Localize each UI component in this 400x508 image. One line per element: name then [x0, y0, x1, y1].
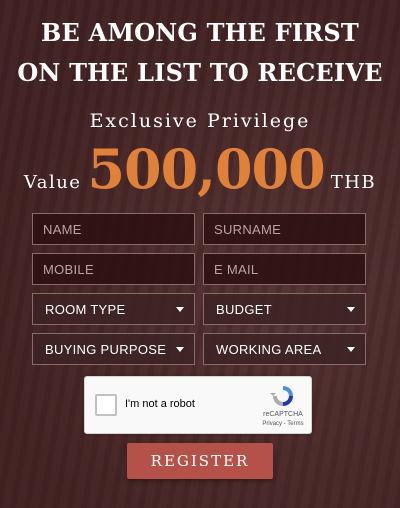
name-input[interactable]: NAME	[32, 213, 195, 245]
room-type-label: ROOM TYPE	[45, 301, 126, 317]
surname-placeholder: SURNAME	[214, 221, 282, 237]
room-type-select[interactable]: ROOM TYPE	[32, 293, 195, 325]
mobile-placeholder: MOBILE	[43, 261, 94, 277]
value-amount: 500,000	[87, 137, 325, 201]
name-placeholder: NAME	[43, 221, 82, 237]
email-placeholder: E MAIL	[214, 261, 259, 277]
email-input[interactable]: E MAIL	[203, 253, 366, 285]
exclusive-privilege-text: Exclusive Privilege	[89, 110, 311, 132]
mobile-input[interactable]: MOBILE	[32, 253, 195, 285]
buying-purpose-select[interactable]: BUYING PURPOSE	[32, 333, 195, 365]
recaptcha-checkbox[interactable]	[95, 394, 117, 416]
recaptcha-logo-icon	[270, 386, 293, 406]
working-area-select[interactable]: WORKING AREA	[203, 333, 366, 365]
chevron-down-icon	[176, 306, 184, 312]
surname-input[interactable]: SURNAME	[203, 213, 366, 245]
headline-line-1: BE AMONG THE FIRST	[40, 18, 359, 47]
recaptcha-label: I'm not a robot	[125, 398, 195, 410]
headline-line-2: ON THE LIST TO RECEIVE	[17, 58, 383, 87]
chevron-down-icon	[176, 346, 184, 352]
recaptcha-brand: reCAPTCHA	[263, 411, 303, 418]
offer-value: Value 500,000 THB	[0, 138, 400, 200]
working-area-label: WORKING AREA	[216, 341, 322, 357]
registration-panel: BE AMONG THE FIRST ON THE LIST TO RECEIV…	[0, 0, 400, 508]
budget-select[interactable]: BUDGET	[203, 293, 366, 325]
chevron-down-icon	[347, 306, 355, 312]
chevron-down-icon	[347, 346, 355, 352]
recaptcha-widget: I'm not a robot reCAPTCHA Privacy - Term…	[84, 376, 312, 434]
value-label: Value	[23, 172, 82, 193]
recaptcha-links[interactable]: Privacy - Terms	[253, 421, 313, 427]
buying-purpose-label: BUYING PURPOSE	[45, 341, 167, 357]
budget-label: BUDGET	[216, 301, 272, 317]
register-button[interactable]: REGISTER	[127, 443, 273, 479]
value-currency: THB	[330, 172, 377, 193]
